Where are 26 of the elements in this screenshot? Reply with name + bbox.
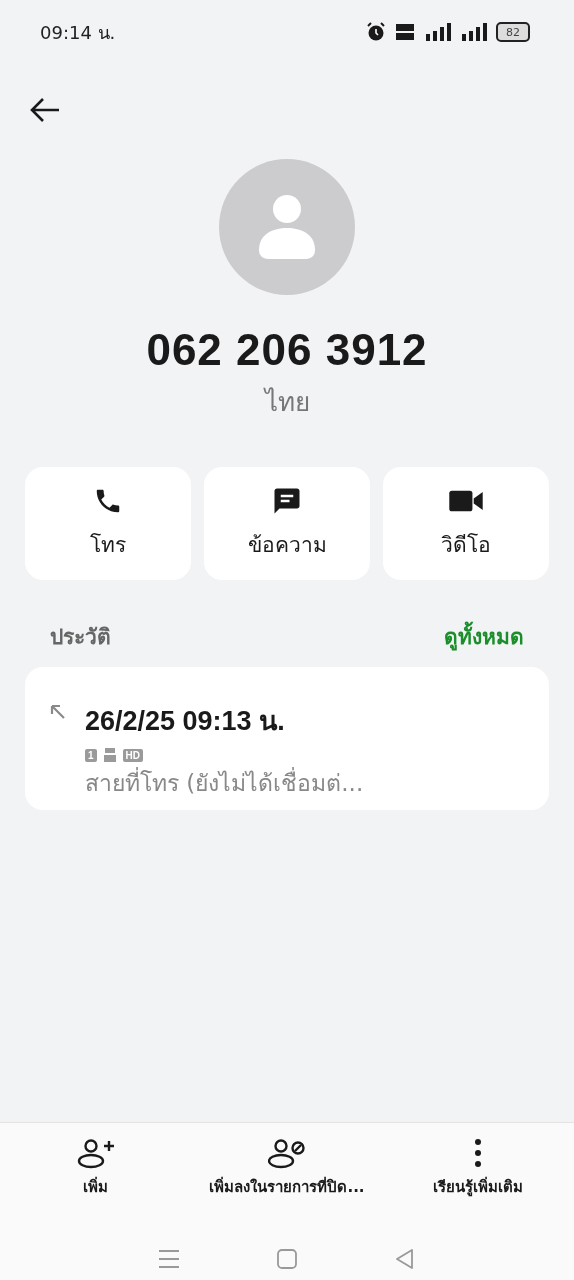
- more-icon: [473, 1137, 484, 1169]
- video-action-button[interactable]: วิดีโอ: [383, 467, 549, 580]
- alarm-icon: [366, 22, 386, 42]
- status-time: 09:14 น.: [40, 20, 117, 45]
- call-datetime: 26/2/25 09:13 น.: [85, 705, 286, 738]
- call-action-button[interactable]: โทร: [25, 467, 191, 580]
- outgoing-call-icon: [49, 703, 67, 721]
- number-location: ไทย: [264, 386, 310, 419]
- more-action-button[interactable]: เรียนรู้เพิ่มเติม: [382, 1137, 574, 1199]
- hd-badge: HD: [122, 748, 143, 762]
- message-action-button[interactable]: ข้อความ: [204, 467, 370, 580]
- view-all-link[interactable]: ดูทั้งหมด: [444, 620, 524, 653]
- block-action-button[interactable]: เพิ่มลงในรายการที่ปิด...: [191, 1137, 383, 1199]
- sim-badge: 1: [85, 748, 97, 762]
- add-person-icon: [76, 1137, 115, 1169]
- call-log-card[interactable]: 26/2/25 09:13 น. 1 HD สายที่โทร (ยังไม่ได้เชื่อมต่...: [25, 667, 549, 810]
- call-status: สายที่โทร (ยังไม่ได้เชื่อมต่...: [85, 765, 364, 801]
- block-person-icon: [268, 1137, 306, 1169]
- phone-number: 062 206 3912: [146, 325, 428, 375]
- person-icon: [257, 194, 317, 260]
- signal-icon: [424, 22, 452, 42]
- add-action-button[interactable]: เพิ่ม: [0, 1137, 192, 1199]
- signal-icon: [461, 22, 487, 42]
- battery-indicator: 82: [496, 22, 530, 42]
- message-icon: [272, 486, 302, 516]
- history-heading: ประวัติ: [50, 624, 111, 651]
